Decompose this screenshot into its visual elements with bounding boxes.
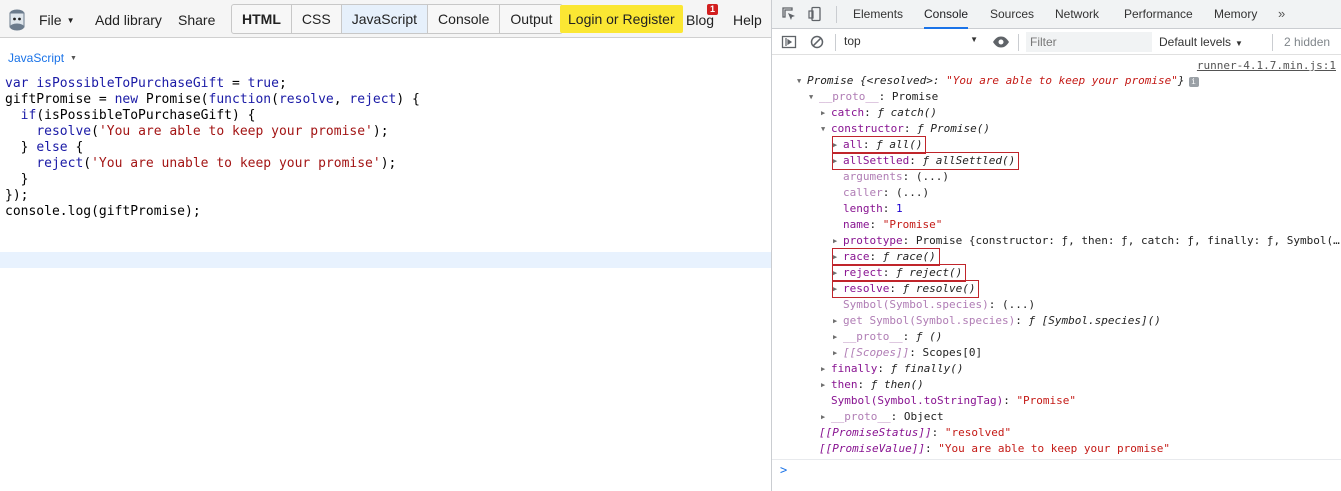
tree-row-arguments: arguments: (...) <box>843 170 949 183</box>
tab-elements[interactable]: Elements <box>853 0 903 29</box>
jsbin-pane: File ▼ Add library Share HTML CSS JavaScr… <box>0 0 771 491</box>
tree-row-catch[interactable]: ▶ catch: ƒ catch() <box>821 105 937 121</box>
code-line: } <box>5 172 29 187</box>
sidebar-toggle-icon[interactable] <box>781 34 797 50</box>
tree-row-finally[interactable]: ▶ finally: ƒ finally() <box>821 361 963 377</box>
collapsed-triangle-icon[interactable]: ▶ <box>821 377 831 393</box>
code-line: }); <box>5 188 29 203</box>
code-editor[interactable]: var isPossibleToPurchaseGift = true; gif… <box>0 76 771 220</box>
jsbin-logo-icon[interactable] <box>8 8 26 32</box>
tab-memory[interactable]: Memory <box>1214 0 1257 29</box>
device-toolbar-icon[interactable] <box>808 6 824 22</box>
more-tabs-icon[interactable]: » <box>1278 6 1285 21</box>
clear-console-icon[interactable] <box>809 34 825 50</box>
code-line: giftPromise = new Promise(function(resol… <box>5 92 420 107</box>
tree-row-then[interactable]: ▶ then: ƒ then() <box>821 377 924 393</box>
live-expression-eye-icon[interactable] <box>992 34 1010 50</box>
jsbin-toolbar: File ▼ Add library Share HTML CSS JavaScr… <box>0 0 771 38</box>
tree-row-race[interactable]: ▶ race: ƒ race() <box>832 248 940 266</box>
tab-css[interactable]: CSS <box>292 5 342 33</box>
tree-row-length: length: 1 <box>843 202 903 215</box>
expanded-triangle-icon[interactable]: ▼ <box>797 73 807 89</box>
console-prompt[interactable]: > <box>772 459 1341 491</box>
collapsed-triangle-icon[interactable]: ▶ <box>821 409 831 425</box>
collapsed-triangle-icon[interactable]: ▶ <box>833 137 843 153</box>
active-line-highlight <box>0 252 771 268</box>
tab-console-devtools[interactable]: Console <box>924 0 969 29</box>
log-levels-dropdown[interactable]: Default levels ▼ <box>1159 35 1243 49</box>
blog-notification-badge: 1 <box>707 4 719 15</box>
tab-html[interactable]: HTML <box>232 5 292 33</box>
tree-row-tostringtag: Symbol(Symbol.toStringTag): "Promise" <box>831 394 1077 407</box>
chevron-down-icon: ▼ <box>66 16 75 25</box>
tree-row-get-species[interactable]: ▶ get Symbol(Symbol.species): ƒ [Symbol.s… <box>833 313 1161 329</box>
tree-row-allsettled[interactable]: ▶ allSettled: ƒ allSettled() <box>831 152 1020 170</box>
code-line: console.log(giftPromise); <box>5 204 201 219</box>
collapsed-triangle-icon[interactable]: ▶ <box>833 329 843 345</box>
tree-row-proto[interactable]: ▼ __proto__: Promise <box>809 89 938 105</box>
toolbar-divider <box>836 6 837 23</box>
panel-tabs: HTML CSS JavaScript Console Output <box>231 4 564 34</box>
source-link[interactable]: runner-4.1.7.min.js:1 <box>1197 59 1336 72</box>
tree-row-caller: caller: (...) <box>843 186 930 199</box>
tree-row-resolve[interactable]: ▶ resolve: ƒ resolve() <box>831 280 980 298</box>
file-menu[interactable]: File ▼ <box>39 12 74 28</box>
collapsed-triangle-icon[interactable]: ▶ <box>833 281 843 297</box>
chevron-down-icon: ▼ <box>1235 39 1243 48</box>
devtools-pane: Elements Console Sources Network Perform… <box>771 0 1341 491</box>
share-button[interactable]: Share <box>178 12 215 28</box>
prompt-chevron-icon: > <box>780 463 788 477</box>
collapsed-triangle-icon[interactable]: ▶ <box>833 153 843 169</box>
tree-row-constructor[interactable]: ▼ constructor: ƒ Promise() <box>821 121 990 137</box>
tree-row-promise-status: [[PromiseStatus]]: "resolved" <box>819 426 1012 439</box>
code-line: } else { <box>5 140 84 155</box>
add-library-button[interactable]: Add library <box>95 12 162 28</box>
devtools-tabbar: Elements Console Sources Network Perform… <box>772 0 1341 29</box>
collapsed-triangle-icon[interactable]: ▶ <box>821 105 831 121</box>
info-icon[interactable]: i <box>1188 77 1199 87</box>
chevron-down-icon: ▼ <box>70 55 77 62</box>
tab-console[interactable]: Console <box>428 5 501 33</box>
tree-row-reject[interactable]: ▶ reject: ƒ reject() <box>831 264 967 282</box>
console-output: runner-4.1.7.min.js:1 ▼ Promise {<resolve… <box>772 55 1341 459</box>
toolbar-divider <box>1272 34 1273 51</box>
tab-performance[interactable]: Performance <box>1124 0 1193 29</box>
login-register-button[interactable]: Login or Register <box>560 5 683 33</box>
code-line: if(isPossibleToPurchaseGift) { <box>20 108 256 123</box>
toolbar-divider <box>835 34 836 51</box>
toolbar-divider <box>1018 34 1019 51</box>
expanded-triangle-icon[interactable]: ▼ <box>809 89 819 105</box>
inspect-element-icon[interactable] <box>781 6 797 22</box>
collapsed-triangle-icon[interactable]: ▶ <box>833 233 843 249</box>
tree-row-scopes[interactable]: ▶ [[Scopes]]: Scopes[0] <box>833 345 982 361</box>
collapsed-triangle-icon[interactable]: ▶ <box>833 265 843 281</box>
console-filter-input[interactable] <box>1026 32 1152 52</box>
console-toolbar: top▼ Default levels▼ 2 hidden <box>772 29 1341 55</box>
tree-row-name: name: "Promise" <box>843 218 943 231</box>
promise-summary-row[interactable]: ▼ Promise {<resolved>: "You are able to k… <box>797 73 1199 89</box>
tree-row-proto-object[interactable]: ▶ __proto__: Object <box>821 409 944 425</box>
help-link[interactable]: Help <box>733 12 762 28</box>
code-line: reject('You are unable to keep your prom… <box>36 156 397 171</box>
context-select[interactable]: top ▼ <box>844 34 980 48</box>
tree-row-prototype[interactable]: ▶ prototype: Promise {constructor: ƒ, the… <box>833 233 1340 249</box>
collapsed-triangle-icon[interactable]: ▶ <box>833 345 843 361</box>
tree-row-species: Symbol(Symbol.species): (...) <box>843 298 1036 311</box>
editor-language-dropdown[interactable]: JavaScript ▼ <box>8 51 77 65</box>
code-line: var isPossibleToPurchaseGift = true; <box>5 76 287 91</box>
tree-row-promise-value: [[PromiseValue]]: "You are able to keep … <box>819 442 1171 455</box>
tab-output[interactable]: Output <box>500 5 562 33</box>
hidden-messages-count: 2 hidden <box>1284 35 1331 49</box>
tree-row-proto-inner[interactable]: ▶ __proto__: ƒ () <box>833 329 942 345</box>
tab-sources[interactable]: Sources <box>990 0 1034 29</box>
code-line: resolve('You are able to keep your promi… <box>36 124 389 139</box>
tab-network[interactable]: Network <box>1055 0 1099 29</box>
chevron-down-icon: ▼ <box>970 35 978 44</box>
collapsed-triangle-icon[interactable]: ▶ <box>833 249 843 265</box>
tab-javascript[interactable]: JavaScript <box>341 5 429 33</box>
collapsed-triangle-icon[interactable]: ▶ <box>821 361 831 377</box>
tree-row-all[interactable]: ▶ all: ƒ all() <box>831 136 927 154</box>
collapsed-triangle-icon[interactable]: ▶ <box>833 313 843 329</box>
expanded-triangle-icon[interactable]: ▼ <box>821 121 831 137</box>
